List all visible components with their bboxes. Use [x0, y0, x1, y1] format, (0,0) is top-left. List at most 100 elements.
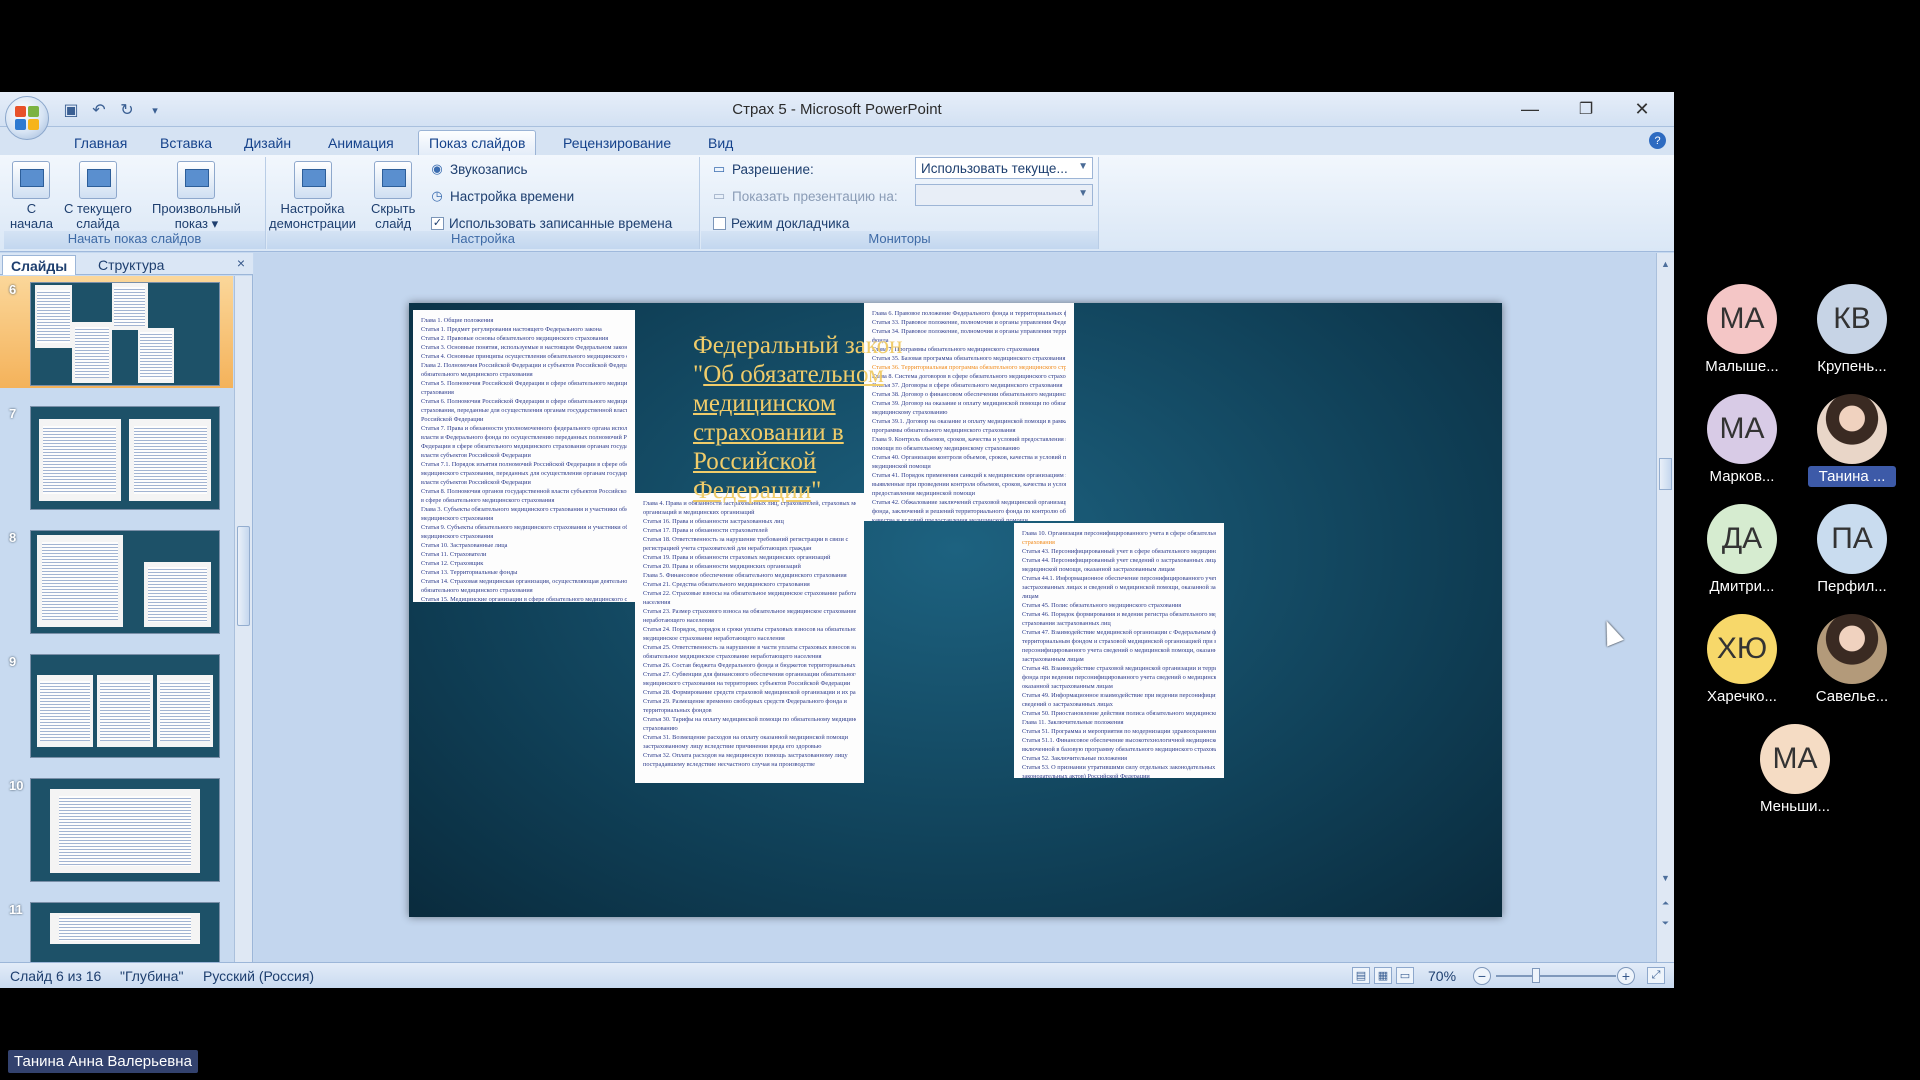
law-hyperlink[interactable]: Об обязательном медицинском страховании …	[693, 361, 884, 504]
scrollbar-thumb[interactable]	[237, 526, 250, 626]
document-line: Статья 27. Субвенции для финансового обе…	[643, 671, 856, 678]
checkbox-unchecked[interactable]	[713, 216, 726, 230]
tab-animation[interactable]: Анимация	[318, 130, 404, 155]
law-contents-page-2: Глава 4. Права и обязанности застрахован…	[635, 493, 864, 783]
thumbnail-image	[30, 654, 220, 758]
scrollbar-thumb[interactable]	[1659, 458, 1672, 490]
use-timings-checkbox[interactable]: ✓ Использовать записанные времена	[431, 213, 672, 233]
thumbnail-image	[30, 778, 220, 882]
tab-review[interactable]: Рецензирование	[553, 130, 681, 155]
show-on-dropdown[interactable]: ▼	[915, 184, 1093, 206]
zoom-in-button[interactable]: +	[1617, 967, 1635, 985]
participant-tile[interactable]: КВ Крупень...	[1797, 284, 1907, 384]
participant-tile[interactable]: ДА Дмитри...	[1687, 504, 1797, 604]
close-button[interactable]: ✕	[1616, 94, 1668, 124]
slide-thumbnail-6[interactable]: 6	[0, 276, 233, 388]
show-on-label: ▭ Показать презентацию на:	[712, 188, 898, 204]
from-current-button[interactable]: С текущего слайда	[64, 161, 132, 231]
participant-name: Меньши...	[1759, 798, 1831, 815]
save-icon[interactable]: ▣	[60, 99, 82, 121]
tab-home[interactable]: Главная	[64, 130, 137, 155]
document-line: неработающего населения	[643, 617, 714, 624]
participant-tile[interactable]: ПА Перфил...	[1797, 504, 1907, 604]
restore-button[interactable]: ❐	[1560, 94, 1612, 124]
document-line: Статья 24. Порядок, порядок и сроки упла…	[643, 626, 856, 633]
customize-icon[interactable]: ▾	[144, 99, 166, 121]
document-line: медицинского страхования на территориях …	[643, 680, 851, 687]
setup-show-button[interactable]: Настройка демонстрации	[269, 161, 356, 231]
redo-icon[interactable]: ↻	[116, 99, 138, 121]
zoom-out-button[interactable]: −	[1473, 967, 1491, 985]
current-slide[interactable]: Глава 1. Общие положения Статья 1. Предме…	[409, 303, 1502, 917]
panel-scrollbar[interactable]	[234, 276, 252, 962]
tab-view[interactable]: Вид	[698, 130, 743, 155]
avatar: ПА	[1817, 504, 1887, 574]
record-narration-button[interactable]: ◉ Звукозапись	[429, 159, 527, 179]
participant-tile[interactable]: Савелье...	[1797, 614, 1907, 714]
ribbon-tabs: Главная Вставка Дизайн Анимация Показ сл…	[0, 127, 1674, 155]
document-line: Статья 8. Полномочия органов государстве…	[421, 488, 627, 495]
resolution-dropdown[interactable]: Использовать текуще... ▼	[915, 157, 1093, 179]
tab-slideshow[interactable]: Показ слайдов	[418, 130, 537, 155]
slide-thumbnail-7[interactable]: 7	[0, 400, 233, 512]
participant-tile[interactable]: ХЮ Харечко...	[1687, 614, 1797, 714]
slide-thumbnail-10[interactable]: 10	[0, 772, 233, 884]
document-line: Статья 47. Взаимодействие медицинской ор…	[1022, 629, 1216, 636]
undo-icon[interactable]: ↶	[88, 99, 110, 121]
setup-show-icon	[293, 161, 332, 199]
document-line: Статья 21. Средства обязательного медици…	[643, 581, 810, 588]
zoom-level[interactable]: 70%	[1428, 968, 1456, 984]
participant-tile[interactable]: МА Марков...	[1687, 394, 1797, 494]
avatar: КВ	[1817, 284, 1887, 354]
rehearse-timings-button[interactable]: ◷ Настройка времени	[429, 186, 574, 206]
avatar: ХЮ	[1707, 614, 1777, 684]
scroll-down-icon[interactable]: ▼	[1659, 873, 1672, 883]
slide-thumbnail-11[interactable]: 11	[0, 896, 233, 962]
language-indicator[interactable]: Русский (Россия)	[203, 968, 314, 984]
tab-design[interactable]: Дизайн	[234, 130, 301, 155]
thumbnail-image	[30, 530, 220, 634]
zoom-slider[interactable]	[1496, 975, 1616, 977]
office-logo-icon	[15, 106, 39, 130]
minimize-button[interactable]: —	[1504, 94, 1556, 124]
slide-thumbnail-8[interactable]: 8	[0, 524, 233, 636]
help-icon[interactable]: ?	[1649, 132, 1666, 149]
document-line: включенной в базовую программу обязатель…	[1022, 746, 1216, 753]
hide-slide-button[interactable]: Скрыть слайд	[371, 161, 415, 231]
close-icon[interactable]: ×	[237, 255, 245, 271]
custom-show-button[interactable]: Произвольный показ ▾	[152, 161, 241, 231]
document-line: застрахованных лицах и сведений о медици…	[1022, 584, 1216, 591]
editor-scrollbar[interactable]: ▲ ▼ ⏶ ⏷	[1656, 253, 1674, 962]
document-line: оказанной застрахованным лицам	[1022, 683, 1113, 690]
participant-name: Савелье...	[1815, 688, 1889, 705]
scroll-up-icon[interactable]: ▲	[1659, 259, 1672, 269]
office-button[interactable]	[5, 96, 49, 140]
presenter-view-checkbox[interactable]: Режим докладчика	[713, 213, 849, 233]
chevron-down-icon: ▼	[1078, 188, 1088, 199]
normal-view-icon[interactable]: ▤	[1352, 967, 1370, 984]
previous-slide-icon[interactable]: ⏶	[1659, 898, 1672, 909]
document-line: Статья 49. Информационное взаимодействие…	[1022, 692, 1216, 699]
fit-to-window-icon[interactable]: ⤢	[1647, 967, 1665, 984]
zoom-slider-handle[interactable]	[1532, 968, 1540, 983]
tab-slides[interactable]: Слайды	[2, 255, 77, 275]
document-line: Федерации в сфере обязательного медицинс…	[421, 443, 627, 450]
document-line: территориальным фондом и страховой медиц…	[1022, 638, 1216, 645]
from-start-button[interactable]: С начала	[10, 161, 53, 231]
tab-outline[interactable]: Структура	[90, 255, 172, 275]
checkbox-checked[interactable]: ✓	[431, 216, 444, 230]
participant-tile[interactable]: МА Меньши...	[1740, 724, 1850, 824]
participant-tile[interactable]: Танина ...	[1797, 394, 1907, 494]
document-line: Статья 4. Основные принципы осуществлени…	[421, 353, 627, 360]
slideshow-view-icon[interactable]: ▭	[1396, 967, 1414, 984]
document-line: Статья 9. Субъекты обязательного медицин…	[421, 524, 627, 531]
document-line: медицинской помощи, оказанной застрахова…	[1022, 566, 1175, 573]
document-line: Статья 43. Персонифицированный учет в сф…	[1022, 548, 1216, 555]
participant-tile[interactable]: МА Малыше...	[1687, 284, 1797, 384]
document-line: застрахованным лицам	[1022, 656, 1084, 663]
document-line: обязательного медицинского страхования	[421, 587, 533, 594]
slide-sorter-icon[interactable]: ▦	[1374, 967, 1392, 984]
slide-thumbnail-9[interactable]: 9	[0, 648, 233, 760]
tab-insert[interactable]: Вставка	[150, 130, 222, 155]
next-slide-icon[interactable]: ⏷	[1659, 918, 1672, 929]
